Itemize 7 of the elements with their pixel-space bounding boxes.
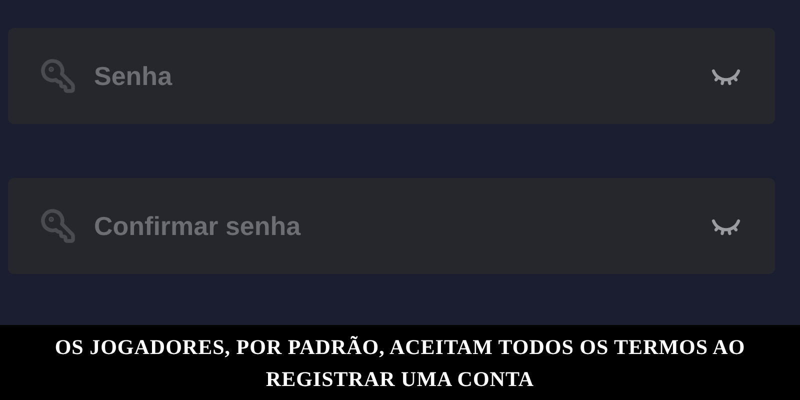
password-field[interactable]: Senha <box>8 28 775 124</box>
password-field[interactable]: Confirmar senha <box>8 178 775 274</box>
caption-text: OS JOGADORES, POR PADRÃO, ACEITAM TODOS OS TERMOS AO REGISTRAR UMA CONTA <box>54 334 746 392</box>
password-input[interactable]: Senha <box>94 56 691 96</box>
password-input[interactable]: Confirmar senha <box>94 206 691 246</box>
key-icon <box>40 208 76 244</box>
key-icon <box>40 58 76 94</box>
